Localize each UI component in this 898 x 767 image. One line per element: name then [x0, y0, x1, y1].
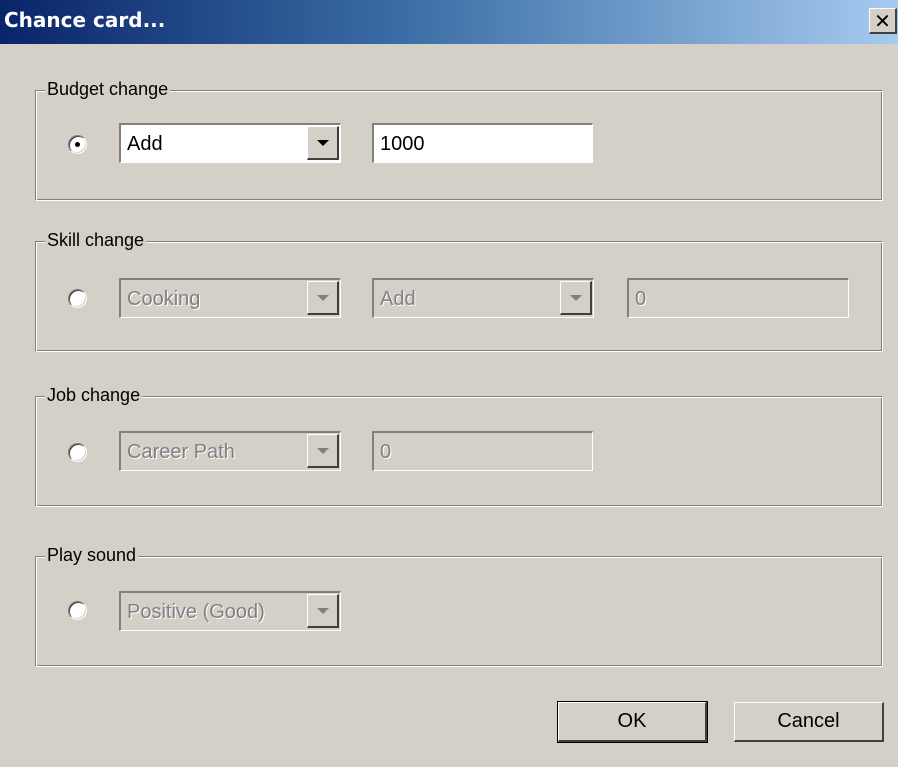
budget-amount-value: 1000: [380, 133, 425, 155]
skill-operation-value: Add: [380, 288, 416, 310]
chance-card-dialog: Chance card... ✕ Budget change Add 1000 …: [0, 0, 898, 767]
budget-operation-select[interactable]: Add: [119, 123, 341, 163]
play-sound-radio[interactable]: [68, 601, 87, 620]
title-bar[interactable]: Chance card... ✕: [0, 0, 898, 44]
budget-change-group: Budget change Add 1000: [35, 77, 883, 201]
budget-operation-value: Add: [127, 133, 163, 155]
skill-amount-value: 0: [635, 288, 647, 310]
skill-amount-input[interactable]: 0: [627, 278, 849, 318]
job-amount-input[interactable]: 0: [372, 431, 593, 471]
job-dropdown-button[interactable]: [307, 434, 339, 468]
close-button[interactable]: ✕: [869, 8, 897, 34]
skill-change-group: Skill change Cooking Add 0: [35, 228, 883, 352]
skill-change-label: Skill change: [45, 228, 147, 252]
window-title: Chance card...: [4, 8, 166, 32]
sound-dropdown-button[interactable]: [307, 594, 339, 628]
play-sound-group: Play sound Positive (Good): [35, 543, 883, 667]
job-change-group: Job change Career Path 0: [35, 383, 883, 507]
budget-change-radio[interactable]: [68, 135, 87, 154]
job-amount-value: 0: [380, 441, 392, 463]
skill-operation-dropdown-button[interactable]: [560, 281, 592, 315]
skill-value: Cooking: [127, 288, 201, 310]
skill-change-radio[interactable]: [68, 289, 87, 308]
job-change-radio[interactable]: [68, 443, 87, 462]
cancel-button[interactable]: Cancel: [734, 702, 884, 742]
job-select[interactable]: Career Path: [119, 431, 341, 471]
budget-amount-input[interactable]: 1000: [372, 123, 593, 163]
ok-button[interactable]: OK: [557, 701, 708, 743]
sound-value: Positive (Good): [127, 601, 265, 623]
job-value: Career Path: [127, 441, 235, 463]
close-icon: ✕: [874, 8, 891, 33]
skill-dropdown-button[interactable]: [307, 281, 339, 315]
skill-operation-select[interactable]: Add: [372, 278, 594, 318]
play-sound-label: Play sound: [45, 543, 139, 567]
skill-select[interactable]: Cooking: [119, 278, 341, 318]
job-change-label: Job change: [45, 383, 143, 407]
budget-change-label: Budget change: [45, 77, 171, 101]
sound-select[interactable]: Positive (Good): [119, 591, 341, 631]
budget-operation-dropdown-button[interactable]: [307, 126, 339, 160]
